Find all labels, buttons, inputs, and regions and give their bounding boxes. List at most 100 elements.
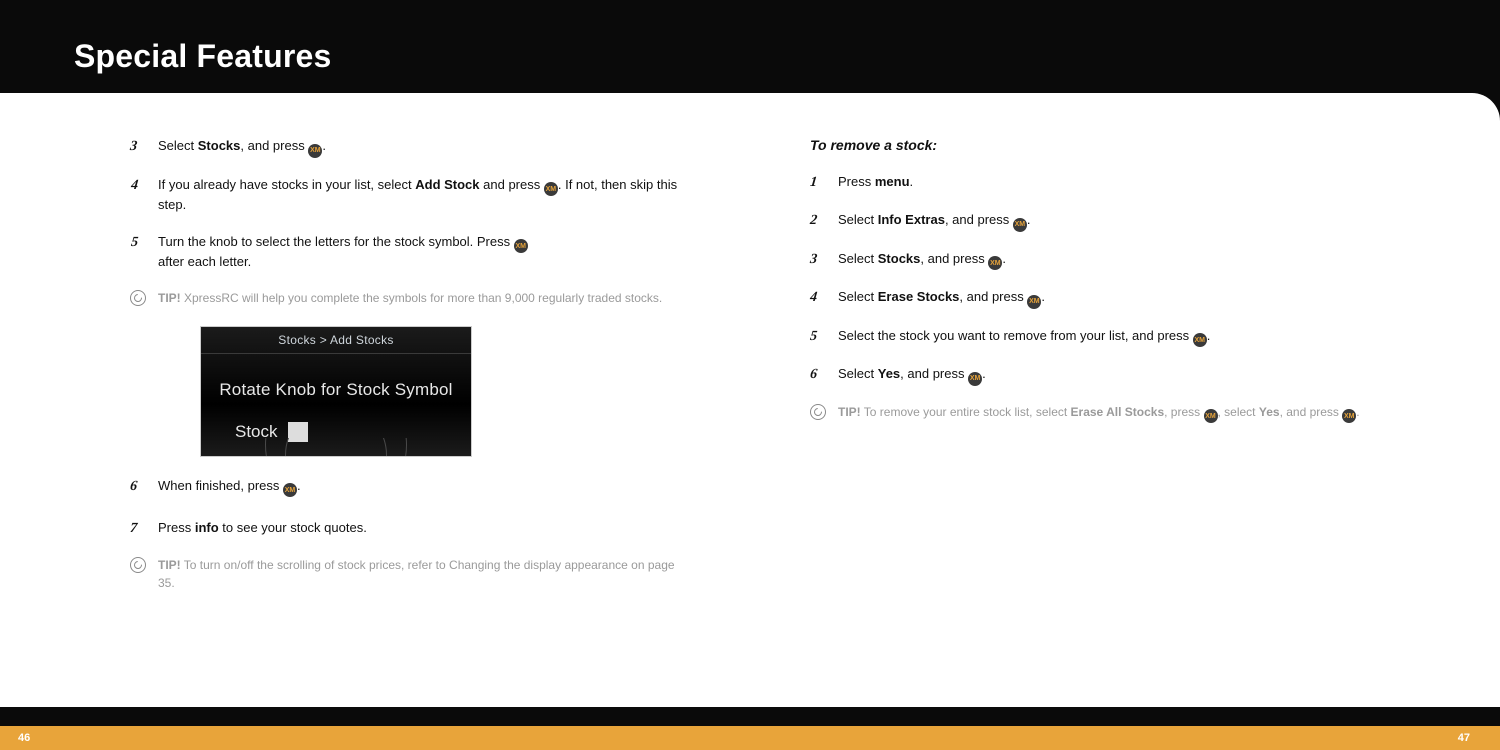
tip-text: TIP! To remove your entire stock list, s… bbox=[838, 404, 1360, 424]
bold-text: Yes bbox=[1259, 405, 1280, 419]
xm-button-icon: XM bbox=[1193, 333, 1207, 347]
text: Press bbox=[158, 520, 195, 535]
bold-text: Add Stock bbox=[415, 177, 479, 192]
r-step-1: 1 Press menu. bbox=[810, 173, 1370, 193]
step-number: 6 bbox=[129, 477, 145, 498]
screenshot-instruction: Rotate Knob for Stock Symbol bbox=[201, 354, 471, 422]
step-5: 5 Turn the knob to select the letters fo… bbox=[130, 233, 690, 272]
xm-button-icon: XM bbox=[968, 372, 982, 386]
bold-text: Erase Stocks bbox=[878, 289, 960, 304]
step-text: Select the stock you want to remove from… bbox=[838, 327, 1370, 348]
xm-button-icon: XM bbox=[1013, 218, 1027, 232]
left-column: 3 Select Stocks, and press XM. 4 If you … bbox=[130, 137, 690, 707]
step-number: 6 bbox=[809, 365, 825, 386]
page-header: Special Features bbox=[0, 0, 1500, 93]
step-number: 5 bbox=[809, 327, 825, 348]
page-footer: 46 47 bbox=[0, 726, 1500, 750]
bold-text: Info Extras bbox=[878, 212, 945, 227]
xm-button-icon: XM bbox=[1027, 295, 1041, 309]
r-step-4: 4 Select Erase Stocks, and press XM. bbox=[810, 288, 1370, 309]
tip-2: TIP! To turn on/off the scrolling of sto… bbox=[130, 557, 690, 592]
text: Select bbox=[158, 138, 198, 153]
step-number: 7 bbox=[129, 519, 145, 539]
step-number: 5 bbox=[128, 233, 146, 272]
step-4: 4 If you already have stocks in your lis… bbox=[130, 176, 690, 215]
text: If you already have stocks in your list,… bbox=[158, 177, 415, 192]
xm-button-icon: XM bbox=[514, 239, 528, 253]
step-text: Press info to see your stock quotes. bbox=[158, 519, 690, 539]
step-text: Select Erase Stocks, and press XM. bbox=[838, 288, 1370, 309]
step-text: Select Yes, and press XM. bbox=[838, 365, 1370, 386]
text: , and press bbox=[240, 138, 308, 153]
text: Select bbox=[838, 366, 878, 381]
step-text: When finished, press XM. bbox=[158, 477, 690, 498]
right-column: To remove a stock: 1 Press menu. 2 Selec… bbox=[810, 137, 1370, 707]
text: To turn on/off the scrolling of stock pr… bbox=[158, 558, 675, 589]
text: Select bbox=[838, 251, 878, 266]
step-text: Select Stocks, and press XM. bbox=[838, 250, 1370, 271]
text: , and press bbox=[945, 212, 1013, 227]
text: , and press bbox=[959, 289, 1027, 304]
step-6: 6 When finished, press XM. bbox=[130, 477, 690, 498]
text: . bbox=[910, 174, 914, 189]
text: Select the stock you want to remove from… bbox=[838, 328, 1193, 343]
text: Press bbox=[838, 174, 875, 189]
tip-1: TIP! XpressRC will help you complete the… bbox=[130, 290, 690, 307]
step-number: 4 bbox=[809, 288, 825, 309]
bold-text: menu bbox=[875, 174, 910, 189]
text: to see your stock quotes. bbox=[219, 520, 367, 535]
xm-button-icon: XM bbox=[283, 483, 297, 497]
step-number: 2 bbox=[809, 211, 825, 232]
step-7: 7 Press info to see your stock quotes. bbox=[130, 519, 690, 539]
text: To remove your entire stock list, select bbox=[861, 405, 1071, 419]
step-3: 3 Select Stocks, and press XM. bbox=[130, 137, 690, 158]
tip-icon bbox=[130, 557, 146, 573]
step-text: Press menu. bbox=[838, 173, 1370, 193]
tip-icon bbox=[130, 290, 146, 306]
device-screenshot: Stocks > Add Stocks Rotate Knob for Stoc… bbox=[200, 326, 472, 457]
r-step-6: 6 Select Yes, and press XM. bbox=[810, 365, 1370, 386]
xm-button-icon: XM bbox=[544, 182, 558, 196]
step-text: Select Info Extras, and press XM. bbox=[838, 211, 1370, 232]
knob-arcs-icon bbox=[256, 438, 416, 456]
text: Turn the knob to select the letters for … bbox=[158, 234, 514, 249]
step-text: Select Stocks, and press XM. bbox=[158, 137, 690, 158]
bold-text: Stocks bbox=[198, 138, 241, 153]
step-number: 4 bbox=[128, 176, 146, 215]
text: and press bbox=[480, 177, 544, 192]
page-number-left: 46 bbox=[18, 732, 30, 744]
step-number: 3 bbox=[809, 250, 825, 271]
xm-button-icon: XM bbox=[1204, 409, 1218, 423]
tip-text: TIP! XpressRC will help you complete the… bbox=[158, 290, 662, 307]
step-text: If you already have stocks in your list,… bbox=[158, 176, 690, 215]
tip-text: TIP! To turn on/off the scrolling of sto… bbox=[158, 557, 690, 592]
tip-label: TIP! bbox=[838, 405, 861, 419]
r-step-3: 3 Select Stocks, and press XM. bbox=[810, 250, 1370, 271]
text: Select bbox=[838, 212, 878, 227]
content-area: 3 Select Stocks, and press XM. 4 If you … bbox=[0, 93, 1500, 707]
text: When finished, press bbox=[158, 478, 283, 493]
step-number: 1 bbox=[809, 173, 825, 193]
text: , and press bbox=[900, 366, 968, 381]
text: , and press bbox=[1280, 405, 1343, 419]
text: , and press bbox=[920, 251, 988, 266]
xm-button-icon: XM bbox=[1342, 409, 1356, 423]
subheading: To remove a stock: bbox=[810, 137, 1370, 153]
text: , select bbox=[1218, 405, 1259, 419]
step-number: 3 bbox=[129, 137, 145, 158]
text: XpressRC will help you complete the symb… bbox=[181, 291, 663, 305]
r-tip: TIP! To remove your entire stock list, s… bbox=[810, 404, 1370, 424]
page-number-right: 47 bbox=[1458, 732, 1470, 744]
tip-label: TIP! bbox=[158, 558, 181, 572]
step-text: Turn the knob to select the letters for … bbox=[158, 233, 690, 272]
text: Select bbox=[838, 289, 878, 304]
tip-label: TIP! bbox=[158, 291, 181, 305]
text: , press bbox=[1164, 405, 1203, 419]
bold-text: Yes bbox=[878, 366, 900, 381]
r-step-2: 2 Select Info Extras, and press XM. bbox=[810, 211, 1370, 232]
bold-text: Erase All Stocks bbox=[1071, 405, 1165, 419]
bold-text: Stocks bbox=[878, 251, 921, 266]
page-title: Special Features bbox=[74, 38, 1500, 75]
xm-button-icon: XM bbox=[988, 256, 1002, 270]
screenshot-breadcrumb: Stocks > Add Stocks bbox=[201, 327, 471, 354]
